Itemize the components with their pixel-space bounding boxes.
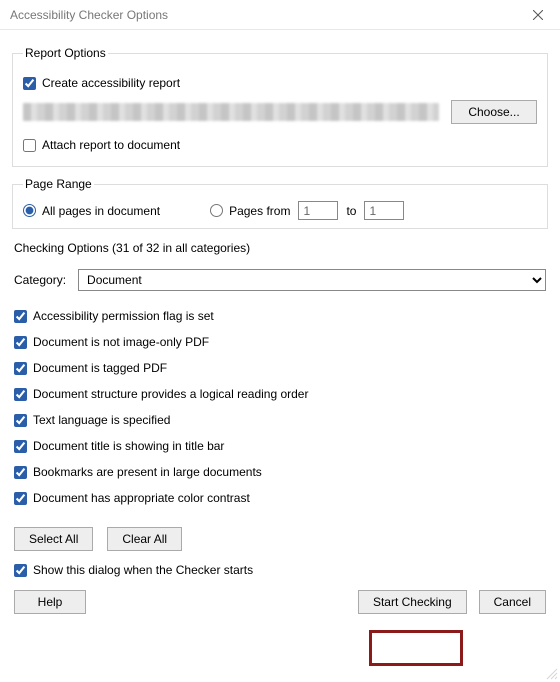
report-options-group: Report Options Create accessibility repo… — [12, 46, 548, 167]
report-path-display — [23, 103, 439, 121]
check-item[interactable]: Document is not image-only PDF — [14, 335, 209, 349]
close-icon — [533, 10, 543, 20]
check-item[interactable]: Bookmarks are present in large documents — [14, 465, 262, 479]
resize-grip-icon[interactable] — [544, 666, 558, 680]
check-item-input[interactable] — [14, 388, 27, 401]
check-item-input[interactable] — [14, 336, 27, 349]
create-report-label: Create accessibility report — [42, 76, 180, 90]
show-dialog-label: Show this dialog when the Checker starts — [33, 563, 253, 577]
pages-from-label: Pages from — [229, 204, 290, 218]
check-item[interactable]: Document title is showing in title bar — [14, 439, 224, 453]
page-to-field[interactable] — [364, 201, 404, 220]
check-item-label: Text language is specified — [33, 413, 170, 427]
page-to-label: to — [346, 204, 356, 218]
check-item[interactable]: Document is tagged PDF — [14, 361, 167, 375]
all-pages-radio[interactable]: All pages in document — [23, 204, 160, 218]
check-item[interactable]: Document has appropriate color contrast — [14, 491, 250, 505]
page-range-group: Page Range All pages in document Pages f… — [12, 177, 548, 229]
close-button[interactable] — [516, 0, 560, 30]
report-options-legend: Report Options — [23, 46, 108, 60]
attach-report-input[interactable] — [23, 139, 36, 152]
check-item-label: Document title is showing in title bar — [33, 439, 224, 453]
check-item-label: Document is not image-only PDF — [33, 335, 209, 349]
clear-all-button[interactable]: Clear All — [107, 527, 182, 551]
choose-path-button[interactable]: Choose... — [451, 100, 537, 124]
check-item-input[interactable] — [14, 466, 27, 479]
page-from-field[interactable] — [298, 201, 338, 220]
check-item-label: Document is tagged PDF — [33, 361, 167, 375]
all-pages-input[interactable] — [23, 204, 36, 217]
window-title: Accessibility Checker Options — [10, 8, 168, 22]
category-select[interactable]: Document — [78, 269, 546, 291]
page-range-legend: Page Range — [23, 177, 94, 191]
title-bar: Accessibility Checker Options — [0, 0, 560, 30]
check-item-label: Accessibility permission flag is set — [33, 309, 214, 323]
attach-report-label: Attach report to document — [42, 138, 180, 152]
check-item-label: Document structure provides a logical re… — [33, 387, 308, 401]
dialog-content: Report Options Create accessibility repo… — [0, 30, 560, 624]
check-item-label: Document has appropriate color contrast — [33, 491, 250, 505]
pages-from-input[interactable] — [210, 204, 223, 217]
check-item-input[interactable] — [14, 362, 27, 375]
select-all-button[interactable]: Select All — [14, 527, 93, 551]
check-item[interactable]: Text language is specified — [14, 413, 170, 427]
cancel-button[interactable]: Cancel — [479, 590, 546, 614]
category-label: Category: — [14, 273, 66, 287]
all-pages-label: All pages in document — [42, 204, 160, 218]
help-button[interactable]: Help — [14, 590, 86, 614]
check-item-label: Bookmarks are present in large documents — [33, 465, 262, 479]
check-item[interactable]: Accessibility permission flag is set — [14, 309, 214, 323]
check-item-input[interactable] — [14, 440, 27, 453]
show-dialog-checkbox[interactable]: Show this dialog when the Checker starts — [14, 563, 253, 577]
start-checking-button[interactable]: Start Checking — [358, 590, 467, 614]
check-item-input[interactable] — [14, 414, 27, 427]
pages-from-radio[interactable]: Pages from — [210, 204, 290, 218]
create-report-input[interactable] — [23, 77, 36, 90]
checking-options-title: Checking Options (31 of 32 in all catego… — [14, 241, 548, 255]
check-item[interactable]: Document structure provides a logical re… — [14, 387, 308, 401]
attach-report-checkbox[interactable]: Attach report to document — [23, 138, 180, 152]
show-dialog-input[interactable] — [14, 564, 27, 577]
create-report-checkbox[interactable]: Create accessibility report — [23, 76, 180, 90]
start-checking-highlight — [369, 630, 463, 666]
check-item-input[interactable] — [14, 492, 27, 505]
check-item-input[interactable] — [14, 310, 27, 323]
checking-options-list: Accessibility permission flag is set Docu… — [12, 309, 548, 505]
